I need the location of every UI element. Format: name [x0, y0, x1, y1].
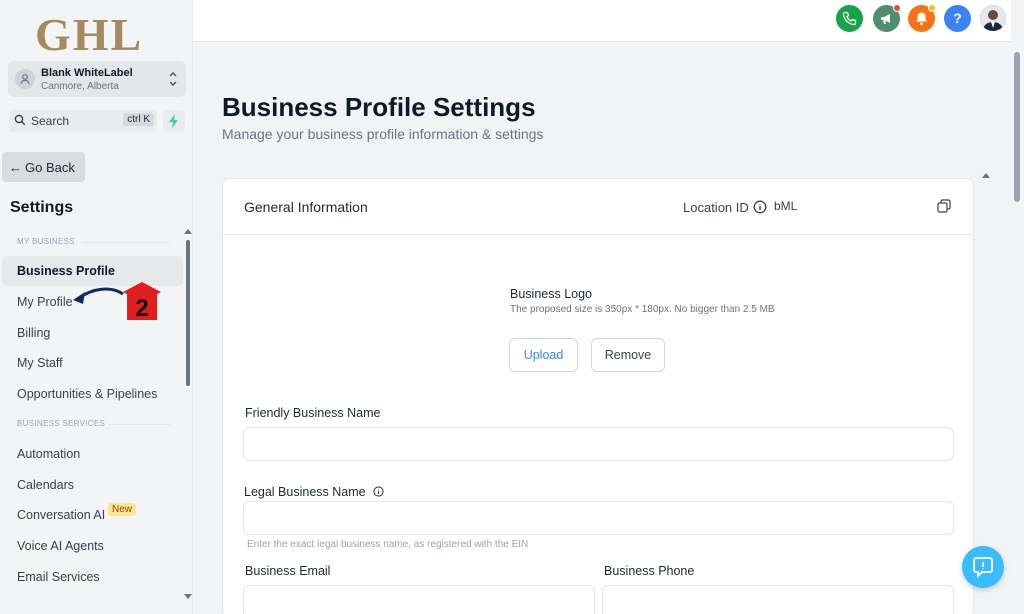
- new-badge: New: [108, 503, 137, 516]
- curved-arrow-icon: [78, 287, 124, 300]
- sidebar-item-label: Email Services: [17, 570, 100, 584]
- business-email-label: Business Email: [245, 564, 331, 578]
- bell-icon: [916, 12, 927, 26]
- sidebar-item-label: Automation: [17, 447, 81, 461]
- sidebar-item-label: Opportunities & Pipelines: [17, 387, 158, 401]
- page-scrollbar-thumb[interactable]: [1014, 52, 1020, 202]
- quick-action-button[interactable]: [163, 110, 185, 132]
- sidebar-item-opportunities-pipelines[interactable]: Opportunities & Pipelines: [2, 379, 183, 409]
- support-chat-button[interactable]: [962, 546, 1004, 588]
- sidebar-item-my-staff[interactable]: My Staff: [2, 348, 183, 378]
- arrow-left-icon: ←: [9, 160, 22, 175]
- search-icon: [14, 114, 26, 126]
- search-label: Search: [31, 114, 70, 128]
- phone-button[interactable]: [836, 5, 863, 32]
- remove-button[interactable]: Remove: [591, 338, 665, 372]
- go-back-label: Go Back: [25, 160, 75, 175]
- section-label-business-services: BUSINESS SERVICES: [17, 419, 106, 428]
- sidebar-scroll-up-icon[interactable]: [184, 229, 192, 234]
- business-phone-label: Business Phone: [604, 564, 695, 578]
- location-name: Blank WhiteLabel: [41, 67, 133, 79]
- megaphone-icon: [881, 14, 890, 24]
- announcements-button[interactable]: [873, 4, 901, 32]
- location-city: Canmore, Alberta: [41, 81, 119, 92]
- page-subtitle: Manage your business profile information…: [222, 126, 544, 142]
- location-id-label: Location ID: [683, 200, 749, 215]
- phone-icon: [842, 11, 857, 26]
- app-root: GHL Blank WhiteLabel Canmore, Alberta Se…: [0, 0, 1024, 614]
- section-divider: [108, 424, 170, 425]
- card-title: General Information: [244, 199, 368, 215]
- search-shortcut: ctrl K: [123, 113, 154, 126]
- upload-button[interactable]: Upload: [509, 338, 578, 372]
- top-bar: ?: [193, 0, 1011, 42]
- step-number: 2: [135, 295, 148, 322]
- notifications-button[interactable]: [908, 4, 936, 32]
- help-button[interactable]: ?: [944, 5, 971, 32]
- tutorial-step-annotation: 2: [73, 282, 161, 322]
- sidebar-item-label: Conversation AI: [17, 508, 106, 522]
- legal-business-name-input[interactable]: [243, 501, 954, 535]
- sidebar-item-label: My Profile: [17, 295, 73, 309]
- notification-dot: [893, 4, 901, 12]
- section-divider: [82, 242, 170, 243]
- page-title: Business Profile Settings: [222, 92, 536, 122]
- sidebar-item-voice-ai-agents[interactable]: Voice AI Agents: [2, 531, 183, 561]
- location-avatar-icon: [15, 69, 35, 89]
- business-email-input[interactable]: [243, 585, 595, 614]
- copy-icon[interactable]: [937, 199, 951, 213]
- sidebar-scrollbar[interactable]: [186, 240, 190, 386]
- sidebar-item-label: Voice AI Agents: [17, 539, 104, 553]
- sidebar-item-label: Business Profile: [17, 264, 115, 278]
- info-icon[interactable]: [373, 486, 384, 497]
- settings-heading: Settings: [10, 199, 74, 216]
- sidebar-item-label: Calendars: [17, 478, 74, 492]
- sidebar-item-email-services[interactable]: Email Services: [2, 562, 183, 592]
- user-avatar[interactable]: [980, 5, 1006, 31]
- business-logo-hint: The proposed size is 350px * 180px. No b…: [510, 304, 775, 315]
- location-switcher[interactable]: Blank WhiteLabel Canmore, Alberta: [8, 61, 186, 97]
- help-icon: ?: [953, 10, 962, 26]
- chat-icon: [973, 557, 993, 578]
- go-back-button[interactable]: ← Go Back: [2, 152, 85, 182]
- sidebar-item-label: Billing: [17, 326, 51, 340]
- sidebar-item-conversation-ai[interactable]: Conversation AI New: [2, 500, 183, 530]
- friendly-business-name-input[interactable]: [243, 427, 954, 461]
- sidebar-scroll-down-icon[interactable]: [184, 594, 192, 599]
- card-header: General Information Location ID bML: [223, 179, 973, 235]
- business-logo-label: Business Logo: [510, 287, 593, 301]
- legal-business-name-hint: Enter the exact legal business name, as …: [247, 539, 529, 550]
- content-scroll-up-icon[interactable]: [982, 173, 990, 178]
- legal-business-name-label: Legal Business Name: [244, 485, 384, 499]
- lightning-icon: [169, 114, 178, 128]
- brand-logo[interactable]: GHL: [35, 8, 143, 61]
- general-information-card: General Information Location ID bML Busi…: [222, 178, 974, 614]
- business-phone-input[interactable]: [602, 585, 954, 614]
- section-label-my-business: MY BUSINESS: [17, 237, 75, 246]
- sidebar-item-automation[interactable]: Automation: [2, 439, 183, 469]
- sidebar-item-label: My Staff: [17, 356, 63, 370]
- search-input[interactable]: Search ctrl K: [9, 110, 157, 132]
- location-id-value: bML: [774, 199, 798, 213]
- sidebar-item-calendars[interactable]: Calendars: [2, 470, 183, 500]
- legal-business-name-text: Legal Business Name: [244, 485, 366, 499]
- info-icon[interactable]: [753, 200, 767, 214]
- notification-count-dot: [928, 4, 936, 12]
- friendly-business-name-label: Friendly Business Name: [245, 406, 381, 420]
- chevron-updown-icon: [169, 72, 177, 86]
